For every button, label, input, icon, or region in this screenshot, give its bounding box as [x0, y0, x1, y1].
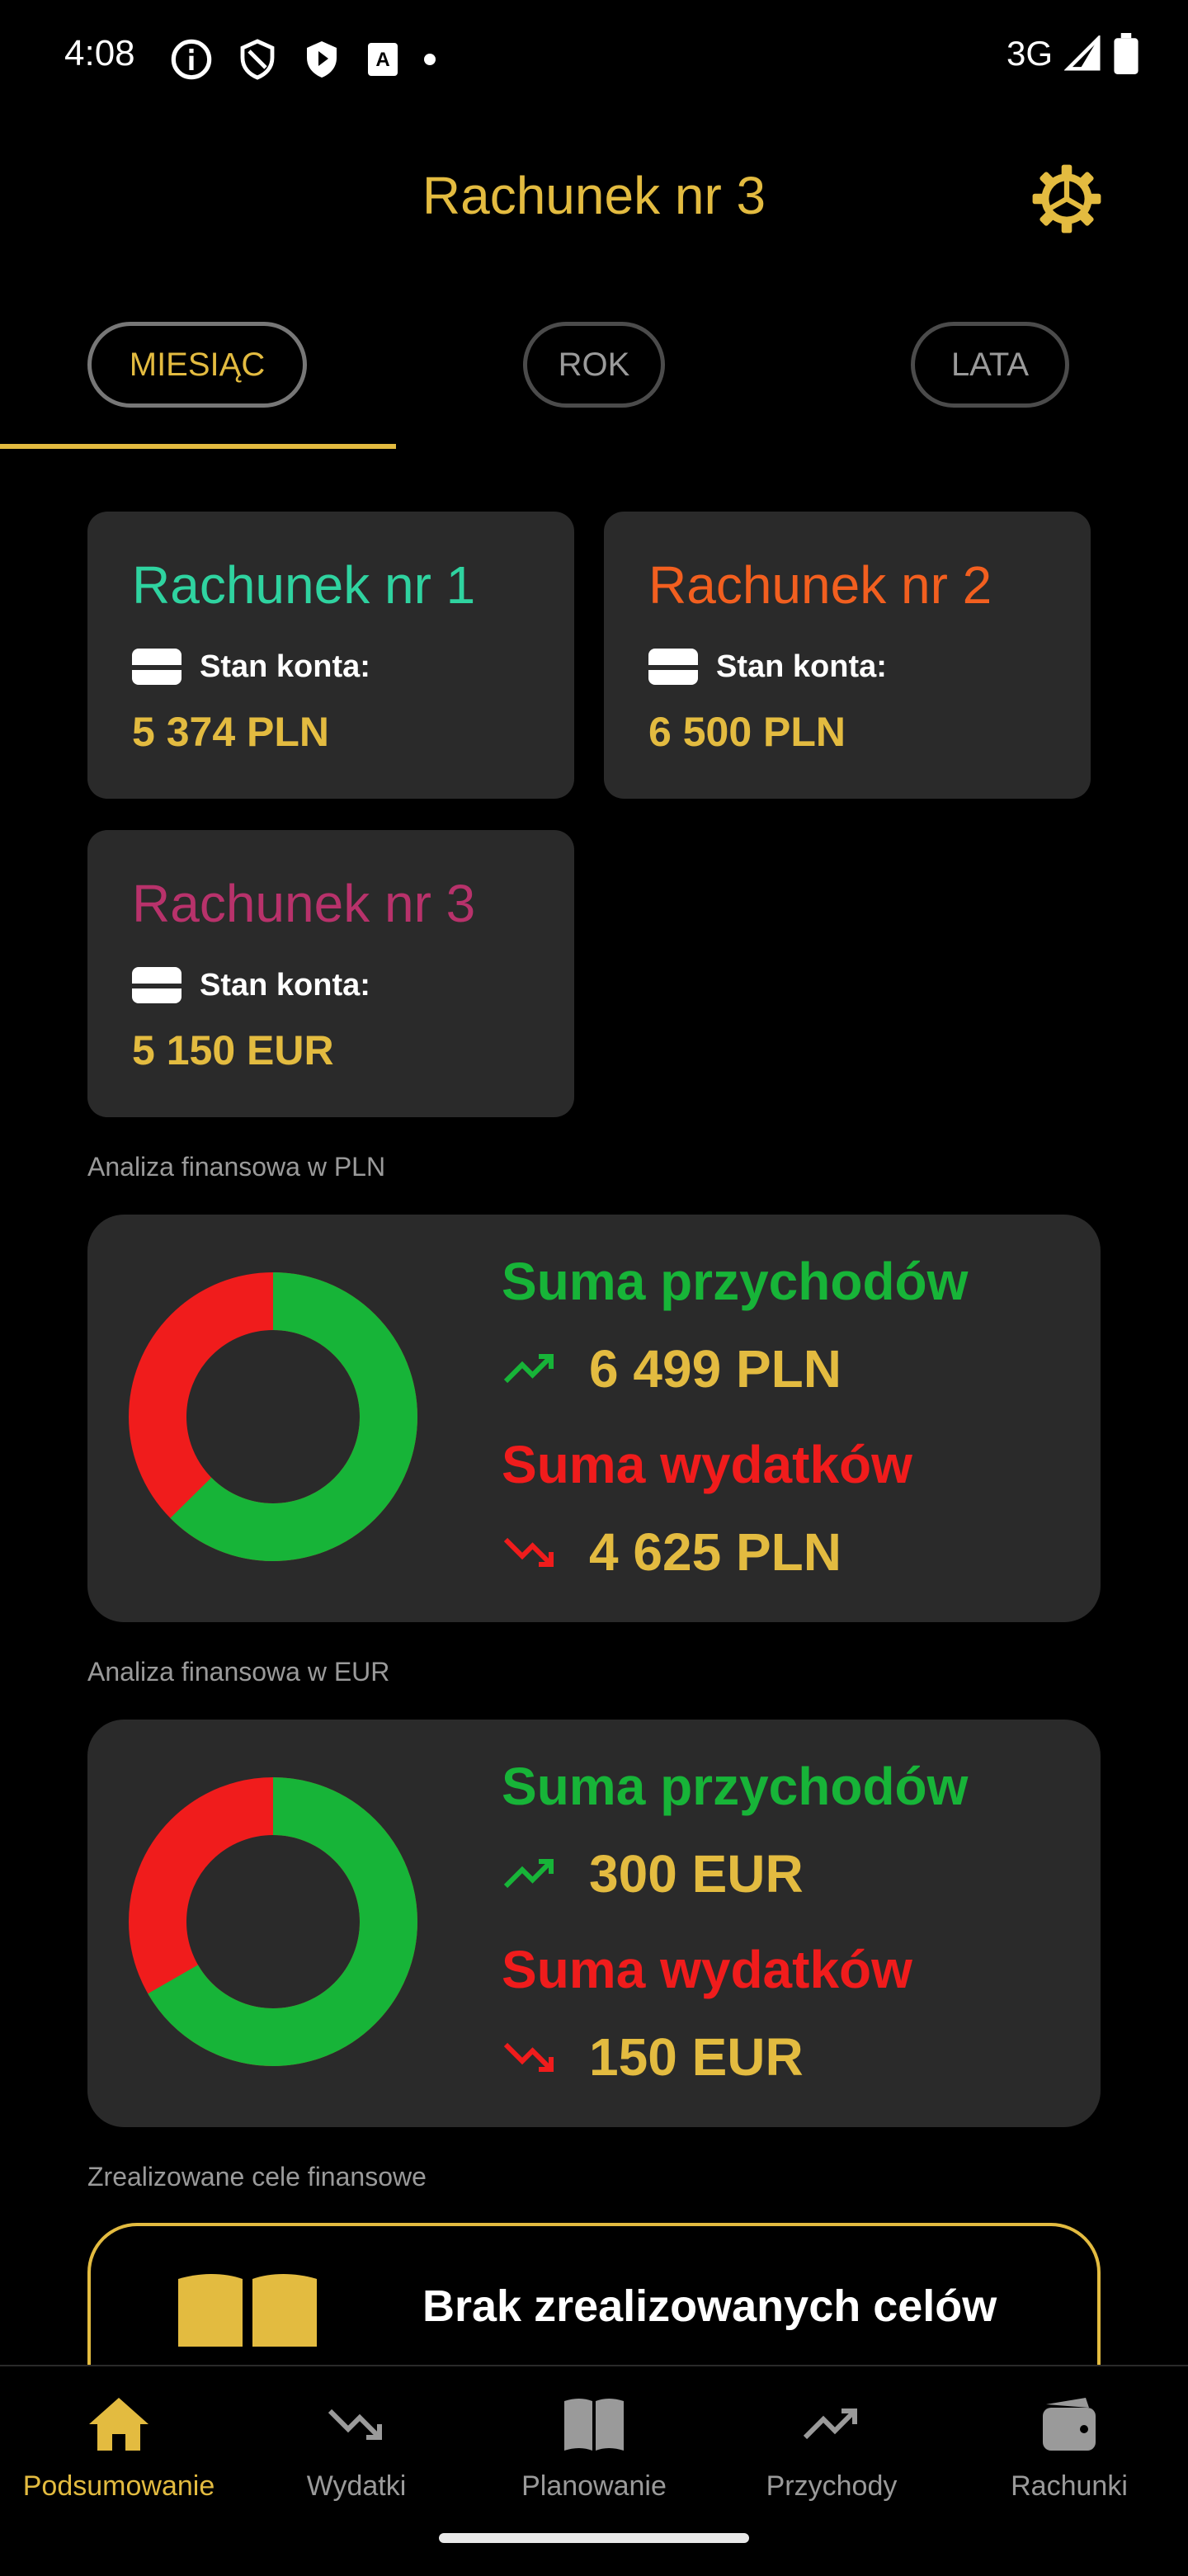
nav-accounts-label: Rachunki [1011, 2470, 1128, 2502]
goals-empty-text: Brak zrealizowanych celów [422, 2281, 997, 2331]
trending-up-icon [803, 2409, 857, 2440]
tab-year-label: ROK [558, 346, 630, 383]
account-name: Rachunek nr 1 [132, 555, 476, 615]
dot-icon [424, 54, 436, 65]
expense-title: Suma wydatków [502, 1940, 912, 1999]
home-icon [89, 2398, 148, 2451]
income-expense-donut [129, 1272, 417, 1561]
battery-icon [1114, 33, 1138, 74]
status-right: 3G [1006, 33, 1138, 74]
page-title: Rachunek nr 3 [422, 166, 766, 225]
section-label-goals: Zrealizowane cele finansowe [87, 2162, 427, 2191]
account-balance: 5 374 PLN [132, 709, 330, 755]
status-notification-icons: A [170, 38, 436, 81]
book-icon [178, 2274, 317, 2347]
nav-accounts[interactable]: Rachunki [950, 2366, 1188, 2531]
signal-icon [1064, 35, 1101, 71]
nav-planning[interactable]: Planowanie [475, 2366, 713, 2531]
account-label-row: Stan konta: [648, 649, 887, 685]
trending-down-icon [503, 2042, 554, 2072]
analysis-card-pln[interactable]: Suma przychodów 6 499 PLN Suma wydatków … [87, 1215, 1101, 1622]
nav-summary[interactable]: Podsumowanie [0, 2366, 238, 2531]
income-expense-donut [129, 1777, 417, 2066]
expense-row: 150 EUR [502, 2026, 804, 2088]
tab-years[interactable]: LATA [911, 322, 1069, 408]
nav-planning-label: Planowanie [521, 2470, 667, 2502]
nav-expenses-label: Wydatki [306, 2470, 407, 2502]
income-row: 6 499 PLN [502, 1338, 842, 1399]
goals-card[interactable]: Brak zrealizowanych celów [87, 2223, 1101, 2388]
status-time: 4:08 [64, 33, 135, 73]
book-icon [564, 2399, 624, 2451]
income-amount: 300 EUR [589, 1844, 804, 1904]
income-title: Suma przychodów [502, 1757, 969, 1816]
home-indicator[interactable] [439, 2533, 749, 2543]
expense-row: 4 625 PLN [502, 1522, 842, 1583]
account-name: Rachunek nr 3 [132, 874, 476, 933]
expense-amount: 4 625 PLN [589, 1522, 842, 1582]
nav-income[interactable]: Przychody [713, 2366, 950, 2531]
account-label: Stan konta: [200, 967, 370, 1003]
expense-amount: 150 EUR [589, 2027, 804, 2087]
income-amount: 6 499 PLN [589, 1339, 842, 1399]
account-label: Stan konta: [716, 649, 887, 684]
tab-indicator [0, 444, 396, 449]
a-badge-icon: A [368, 43, 398, 76]
income-title: Suma przychodów [502, 1252, 969, 1311]
section-label-pln: Analiza finansowa w PLN [87, 1152, 386, 1182]
account-balance: 6 500 PLN [648, 709, 846, 755]
shield-icon [240, 39, 275, 80]
trending-up-icon [503, 1354, 554, 1384]
section-label-eur: Analiza finansowa w EUR [87, 1657, 390, 1687]
account-card-1[interactable]: Rachunek nr 1 Stan konta: 5 374 PLN [87, 512, 574, 799]
tab-year[interactable]: ROK [523, 322, 665, 408]
account-label-row: Stan konta: [132, 967, 370, 1003]
trending-down-icon [328, 2409, 382, 2440]
account-card-2[interactable]: Rachunek nr 2 Stan konta: 6 500 PLN [604, 512, 1091, 799]
account-label: Stan konta: [200, 649, 370, 684]
svg-text:A: A [375, 49, 389, 71]
bottom-navigation: Podsumowanie Wydatki Planowanie Przychod… [0, 2365, 1188, 2576]
card-icon [132, 967, 182, 1003]
income-row: 300 EUR [502, 1843, 804, 1904]
network-type: 3G [1006, 34, 1053, 73]
account-label-row: Stan konta: [132, 649, 370, 685]
trending-down-icon [503, 1537, 554, 1567]
nav-summary-label: Podsumowanie [22, 2470, 215, 2502]
nav-income-label: Przychody [766, 2470, 898, 2502]
play-shield-icon [307, 41, 337, 78]
trending-up-icon [503, 1859, 554, 1889]
card-icon [648, 649, 698, 685]
gear-icon[interactable] [1030, 162, 1104, 236]
nav-expenses[interactable]: Wydatki [238, 2366, 475, 2531]
card-icon [132, 649, 182, 685]
info-icon [171, 39, 212, 80]
wallet-icon [1043, 2398, 1096, 2451]
tab-month-label: MIESIĄC [129, 346, 266, 383]
account-balance: 5 150 EUR [132, 1027, 334, 1073]
tab-month[interactable]: MIESIĄC [87, 322, 307, 408]
account-card-3[interactable]: Rachunek nr 3 Stan konta: 5 150 EUR [87, 830, 574, 1117]
expense-title: Suma wydatków [502, 1435, 912, 1494]
tab-years-label: LATA [950, 346, 1030, 383]
account-name: Rachunek nr 2 [648, 555, 992, 615]
analysis-card-eur[interactable]: Suma przychodów 300 EUR Suma wydatków 15… [87, 1720, 1101, 2127]
